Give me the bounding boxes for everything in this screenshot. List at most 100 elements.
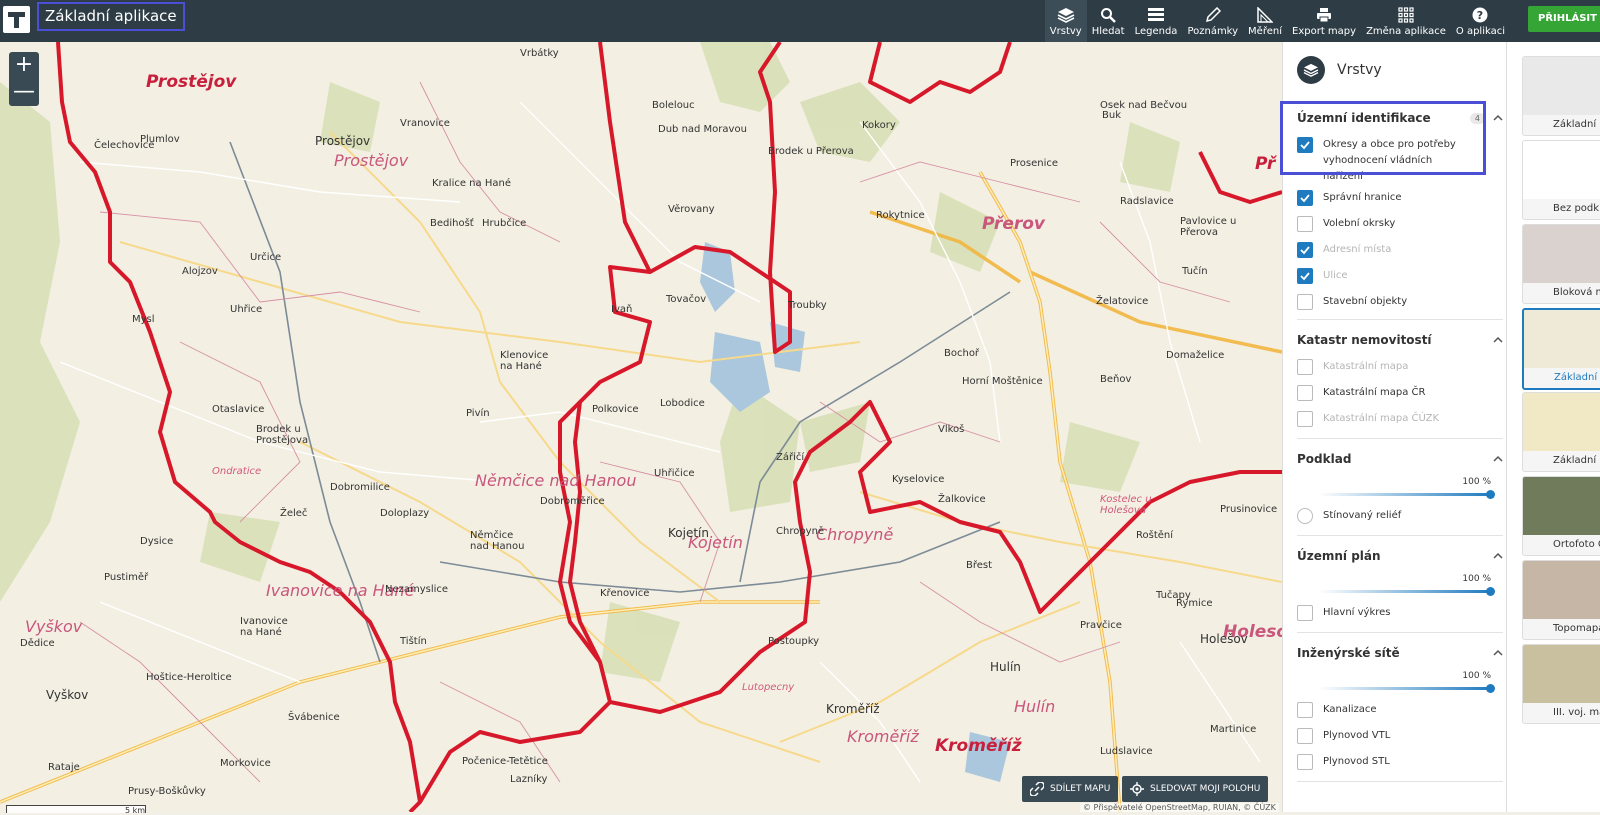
map-label-town: Ludslavice [1100,746,1153,757]
slider-fill [1319,590,1491,593]
layer-checkbox[interactable] [1297,216,1313,232]
layer-item[interactable]: Katastrální mapa [1297,354,1503,380]
layer-item[interactable]: Okresy a obce pro potřeby vyhodnocení vl… [1297,132,1503,185]
layer-group-header[interactable]: Územní identifikace 4 [1297,104,1503,132]
layer-checkbox[interactable] [1297,702,1313,718]
basemap-option[interactable]: Bez podk [1522,140,1600,220]
layer-label: Katastrální mapa [1323,361,1409,372]
login-button[interactable]: PŘIHLÁSIT S [1528,6,1600,32]
layer-item[interactable]: Katastrální mapa ČÚZK [1297,406,1503,432]
track-location-button[interactable]: SLEDOVAT MOJI POLOHU [1122,776,1269,802]
map-canvas[interactable]: Prostějov Přerov Kroměříž Holeso Př Pros… [0,42,1282,812]
basemap-option[interactable]: Ortofoto Č [1522,476,1600,556]
layer-item[interactable]: Hlavní výkres [1297,600,1503,626]
app-logo[interactable] [3,6,30,33]
map-label-town: Prusy-Boškůvky [128,786,206,797]
layer-checkbox[interactable] [1297,137,1313,153]
layer-checkbox[interactable] [1297,754,1313,770]
layer-group-header[interactable]: Podklad [1297,445,1503,473]
map-label-town: Domaželice [1166,350,1225,361]
layer-item[interactable]: Stínovaný reliéf [1297,503,1503,529]
layer-item[interactable]: Plynovod VTL [1297,723,1503,749]
map-label-town: Chropyně [776,526,825,537]
tool-search[interactable]: Hledat [1087,0,1130,42]
layer-checkbox[interactable] [1297,190,1313,206]
tool-legend[interactable]: Legenda [1130,0,1183,42]
map-label-town: Brodek u Prostějova [256,424,309,446]
map-label-district: Kroměříž [847,727,919,746]
toolbar: Vrstvy Hledat Legenda Poznámky Měření Ex… [1044,0,1510,42]
basemap-option[interactable]: Základní m [1522,308,1600,390]
basemap-option[interactable]: Základní map [1522,392,1600,472]
layer-checkbox[interactable] [1297,385,1313,401]
layer-item[interactable]: Ulice [1297,263,1503,289]
map-label-town: Břest [966,560,993,571]
basemap-option[interactable]: III. voj. map [1522,644,1600,724]
layer-item[interactable]: Volební okrsky [1297,211,1503,237]
map-label-big: Přerov [982,214,1045,234]
tool-export[interactable]: Export mapy [1287,0,1361,42]
zoom-out-button[interactable]: — [9,79,39,106]
chevron-up-icon[interactable] [1493,113,1503,123]
layer-checkbox[interactable] [1297,359,1313,375]
map-label-town: Hoštice-Heroltice [146,672,232,683]
layer-checkbox[interactable] [1297,268,1313,284]
slider-fill [1319,687,1491,690]
opacity-value: 100 % [1462,574,1491,584]
layer-item[interactable]: Katastrální mapa ČR [1297,380,1503,406]
chevron-up-icon[interactable] [1493,551,1503,561]
tool-layers[interactable]: Vrstvy [1044,0,1087,42]
map-label-town: Určice [250,252,282,263]
basemap-option[interactable]: Topomapa [1522,560,1600,640]
layer-group-header[interactable]: Územní plán [1297,542,1503,570]
layer-radio[interactable] [1297,508,1313,524]
layer-group-controls [1493,454,1503,464]
tool-about[interactable]: ? O aplikaci [1451,0,1510,42]
map-label-town: Polkovice [592,404,639,415]
basemap-option[interactable]: Základní m [1522,56,1600,136]
layer-item[interactable]: Kanalizace [1297,697,1503,723]
chevron-up-icon[interactable] [1493,454,1503,464]
opacity-slider[interactable]: 100 % [1297,473,1503,503]
link-icon [1030,782,1044,796]
layer-checkbox[interactable] [1297,294,1313,310]
grid-icon [1398,6,1414,24]
layer-checkbox[interactable] [1297,728,1313,744]
basemap-option[interactable]: Bloková mapa [1522,224,1600,304]
tool-change-app[interactable]: Změna aplikace [1361,0,1451,42]
layer-item[interactable]: Plynovod STL [1297,749,1503,775]
layer-checkbox[interactable] [1297,242,1313,258]
opacity-slider[interactable]: 100 % [1297,570,1503,600]
share-map-button[interactable]: SDÍLET MAPU [1022,776,1119,802]
tool-measure[interactable]: Měření [1243,0,1287,42]
tool-label: Hledat [1091,25,1125,37]
slider-handle[interactable] [1486,587,1495,596]
slider-handle[interactable] [1486,684,1495,693]
opacity-slider[interactable]: 100 % [1297,667,1503,697]
tool-notes[interactable]: Poznámky [1182,0,1243,42]
map-label-town: Dub nad Moravou [658,124,747,135]
zoom-in-button[interactable]: + [9,52,39,79]
slider-track [1319,490,1495,499]
layer-group-header[interactable]: Katastr nemovitostí [1297,326,1503,354]
layer-label: Správní hranice [1323,192,1402,203]
crosshair-icon [1130,782,1144,796]
map-label-district: Prostějov [334,151,409,170]
layer-checkbox[interactable] [1297,411,1313,427]
layer-label: Katastrální mapa ČÚZK [1323,413,1440,424]
map-label-town: Želeč [280,508,308,519]
layer-checkbox[interactable] [1297,605,1313,621]
layer-group-header[interactable]: Inženýrské sítě [1297,639,1503,667]
chevron-up-icon[interactable] [1493,648,1503,658]
ruler-icon [1257,6,1274,24]
layer-item[interactable]: Adresní místa [1297,237,1503,263]
map-label-town: Vyškov [46,688,89,702]
layer-item[interactable]: Stavební objekty [1297,289,1503,315]
layer-group: Katastr nemovitostí Katastrální mapa Katas… [1297,320,1503,439]
map-label-town: Rataje [48,762,80,773]
basemap-label: Základní map [1553,455,1600,466]
layer-item[interactable]: Správní hranice [1297,185,1503,211]
app-title[interactable]: Základní aplikace [37,2,185,31]
slider-handle[interactable] [1486,490,1495,499]
chevron-up-icon[interactable] [1493,335,1503,345]
